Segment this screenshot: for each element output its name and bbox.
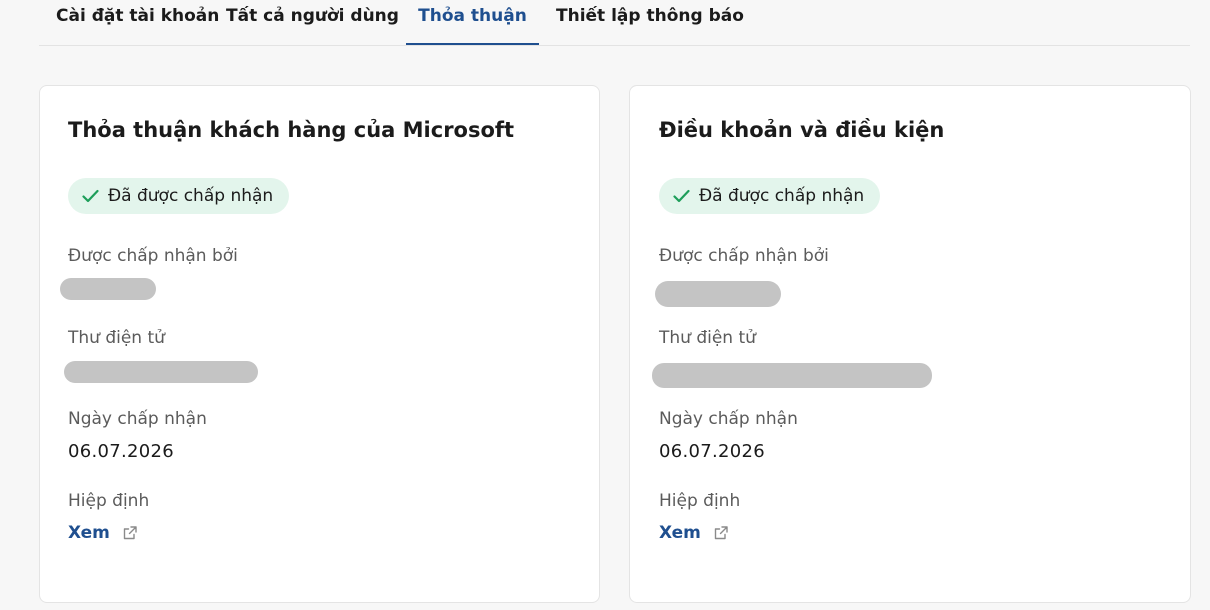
- checkmark-icon: [82, 189, 99, 203]
- status-badge: Đã được chấp nhận: [659, 178, 881, 214]
- email-redacted: [652, 363, 932, 388]
- view-link-label: Xem: [68, 523, 110, 543]
- date-value: 06.07.2026: [659, 441, 766, 462]
- accepted-by-label: Được chấp nhận bởi: [659, 246, 829, 266]
- agreement-label: Hiệp định: [659, 491, 741, 511]
- status-text: Đã được chấp nhận: [108, 186, 274, 206]
- external-link-icon: [714, 526, 728, 540]
- date-label: Ngày chấp nhận: [68, 409, 207, 429]
- date-label: Ngày chấp nhận: [659, 409, 798, 429]
- card-title: Thỏa thuận khách hàng của Microsoft: [68, 118, 515, 142]
- agreement-card-microsoft: Thỏa thuận khách hàng của Microsoft Đã đ…: [39, 85, 600, 603]
- agreement-label: Hiệp định: [68, 491, 150, 511]
- accepted-by-redacted: [60, 278, 156, 300]
- accepted-by-redacted: [655, 281, 781, 307]
- status-badge: Đã được chấp nhận: [68, 178, 290, 214]
- card-title: Điều khoản và điều kiện: [659, 118, 945, 142]
- email-label: Thư điện tử: [68, 328, 165, 348]
- tab-all-users[interactable]: Tất cả người dùng: [219, 0, 406, 44]
- tab-label: Thiết lập thông báo: [556, 6, 744, 26]
- tab-agreements[interactable]: Thỏa thuận: [406, 0, 539, 45]
- checkmark-icon: [673, 189, 690, 203]
- tab-label: Tất cả người dùng: [226, 6, 399, 26]
- tab-bar: Cài đặt tài khoản Tất cả người dùng Thỏa…: [39, 0, 1190, 46]
- view-agreement-link[interactable]: Xem: [68, 523, 138, 543]
- email-label: Thư điện tử: [659, 328, 756, 348]
- status-text: Đã được chấp nhận: [699, 186, 865, 206]
- tab-label: Thỏa thuận: [418, 6, 527, 26]
- email-redacted: [64, 361, 258, 383]
- external-link-icon: [123, 526, 137, 540]
- view-link-label: Xem: [659, 523, 701, 543]
- tab-label: Cài đặt tài khoản: [56, 6, 220, 26]
- agreement-card-terms: Điều khoản và điều kiện Đã được chấp nhậ…: [629, 85, 1191, 603]
- tab-account-settings[interactable]: Cài đặt tài khoản: [39, 0, 219, 44]
- tab-notification-settings[interactable]: Thiết lập thông báo: [539, 0, 744, 44]
- view-agreement-link[interactable]: Xem: [659, 523, 729, 543]
- date-value: 06.07.2026: [68, 441, 175, 462]
- accepted-by-label: Được chấp nhận bởi: [68, 246, 238, 266]
